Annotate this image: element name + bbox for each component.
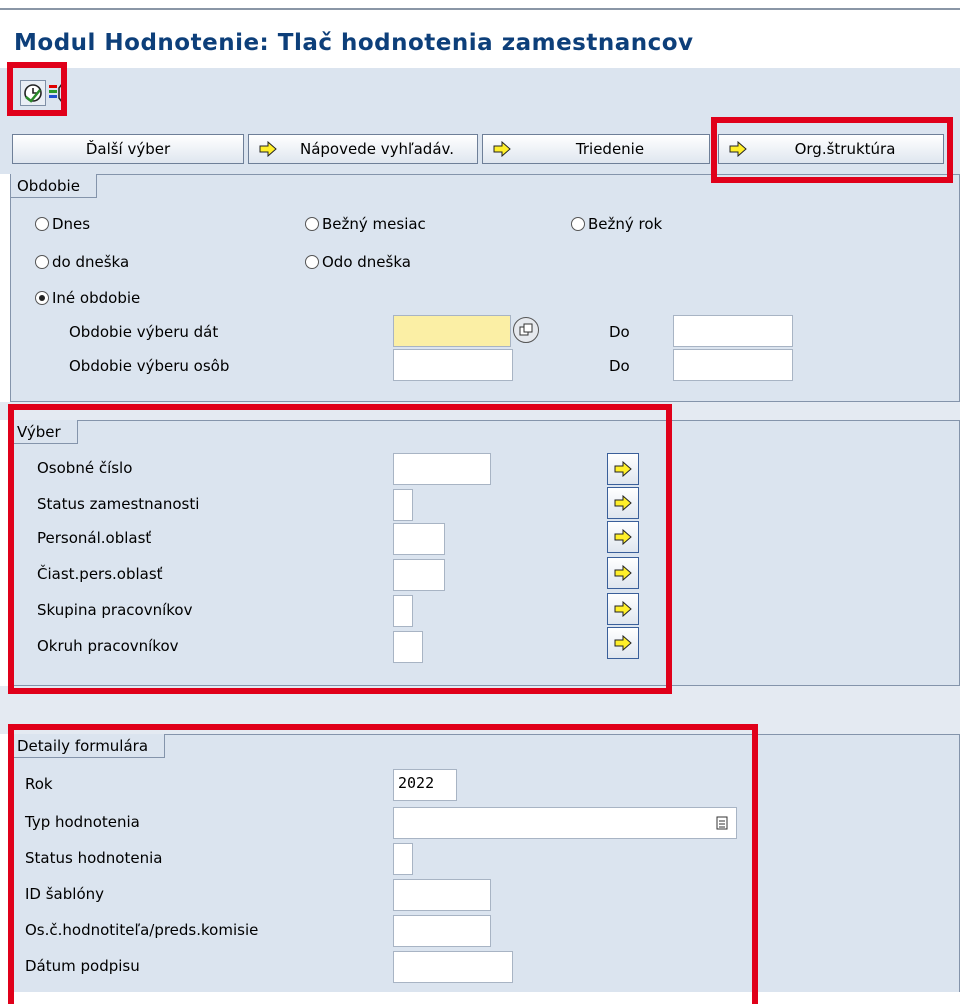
radio-bezny-rok-label: Bežný rok <box>588 215 663 233</box>
arrow-right-icon <box>259 141 277 157</box>
obdobie-vyberu-dat-do-label: Do <box>609 323 630 341</box>
napovede-label: Nápovede vyhľadáv. <box>299 140 454 158</box>
radio-do-dneska[interactable]: do dneška <box>35 253 129 271</box>
obdobie-vyberu-osob-to-input[interactable] <box>673 349 793 381</box>
multiple-selection-button[interactable] <box>513 317 539 343</box>
obdobie-vyberu-dat-from-input[interactable] <box>393 315 511 347</box>
radio-circle[interactable] <box>305 255 319 269</box>
obdobie-vyberu-osob-label: Obdobie výberu osôb <box>69 357 230 375</box>
obdobie-vyberu-dat-to-input[interactable] <box>673 315 793 347</box>
radio-circle[interactable] <box>35 255 49 269</box>
triedenie-button[interactable]: Triedenie <box>482 134 710 164</box>
triedenie-label: Triedenie <box>575 140 645 158</box>
radio-circle[interactable] <box>305 217 319 231</box>
radio-circle-selected[interactable] <box>35 291 49 305</box>
obdobie-tab: Obdobie <box>11 174 97 198</box>
top-border <box>0 8 960 10</box>
radio-do-dneska-label: do dneška <box>52 253 130 271</box>
dalsi-vyber-label: Ďalší výber <box>85 140 171 158</box>
multiple-selection-icon <box>519 323 533 336</box>
radio-ine-obdobie-label: Iné obdobie <box>52 289 141 307</box>
dalsi-vyber-button[interactable]: Ďalší výber <box>12 134 244 164</box>
radio-dnes[interactable]: Dnes <box>35 215 90 233</box>
obdobie-panel: Obdobie Dnes Bežný mesiac Bežný rok do d… <box>10 174 960 402</box>
page-title: Modul Hodnotenie: Tlač hodnotenia zamest… <box>14 30 694 56</box>
radio-circle[interactable] <box>35 217 49 231</box>
radio-bezny-rok[interactable]: Bežný rok <box>571 215 662 233</box>
radio-odo-dneska-label: Odo dneška <box>322 253 411 271</box>
obdobie-vyberu-dat-label: Obdobie výberu dát <box>69 323 219 341</box>
arrow-right-icon <box>493 141 511 157</box>
radio-bezny-mesiac-label: Bežný mesiac <box>322 215 426 233</box>
highlight-execute <box>7 62 67 116</box>
application-toolbar <box>0 68 960 118</box>
highlight-detaily <box>8 724 758 1004</box>
obdobie-vyberu-osob-do-label: Do <box>609 357 630 375</box>
napovede-vyhladav-button[interactable]: Nápovede vyhľadáv. <box>248 134 478 164</box>
highlight-org-struktura <box>711 117 953 183</box>
radio-dnes-label: Dnes <box>52 215 91 233</box>
radio-circle[interactable] <box>571 217 585 231</box>
radio-ine-obdobie[interactable]: Iné obdobie <box>35 289 140 307</box>
obdobie-vyberu-osob-from-input[interactable] <box>393 349 513 381</box>
radio-odo-dneska[interactable]: Odo dneška <box>305 253 411 271</box>
highlight-vyber <box>8 404 672 694</box>
radio-bezny-mesiac[interactable]: Bežný mesiac <box>305 215 426 233</box>
